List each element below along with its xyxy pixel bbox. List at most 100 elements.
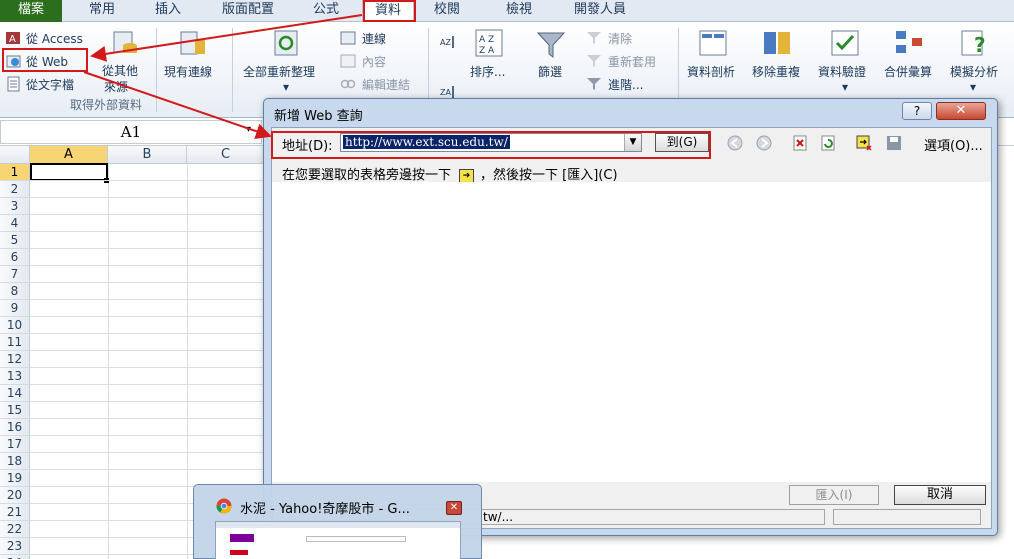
from-other-sources-label-1[interactable]: 從其他 xyxy=(102,62,138,79)
existing-connections-button[interactable]: 現有連線 xyxy=(164,63,212,80)
tab-home[interactable]: 常用 xyxy=(72,0,132,22)
svg-text:A: A xyxy=(9,34,16,45)
row-header-21[interactable]: 21 xyxy=(0,504,30,521)
row-header-23[interactable]: 23 xyxy=(0,538,30,555)
thumbnail-close-button[interactable]: ✕ xyxy=(446,501,462,515)
row-header-16[interactable]: 16 xyxy=(0,419,30,436)
column-header-a[interactable]: A xyxy=(30,146,108,164)
row-header-4[interactable]: 4 xyxy=(0,215,30,232)
svg-text:A Z: A Z xyxy=(479,35,494,45)
row-gridline xyxy=(30,333,265,334)
row-header-6[interactable]: 6 xyxy=(0,249,30,266)
row-header-22[interactable]: 22 xyxy=(0,521,30,538)
column-header-b[interactable]: B xyxy=(108,146,187,164)
tab-review[interactable]: 校閱 xyxy=(422,0,472,22)
forward-icon[interactable] xyxy=(756,135,772,151)
row-gridline xyxy=(30,231,265,232)
connections-icon xyxy=(340,31,356,45)
dialog-content: 地址(D): http://www.ext.scu.edu.tw/ ▼ 到(G)… xyxy=(271,127,992,529)
row-header-3[interactable]: 3 xyxy=(0,198,30,215)
column-header-c[interactable]: C xyxy=(187,146,265,164)
remove-duplicates-icon xyxy=(764,32,790,54)
row-header-8[interactable]: 8 xyxy=(0,283,30,300)
external-data-group-label: 取得外部資料 xyxy=(70,98,143,112)
row-header-18[interactable]: 18 xyxy=(0,453,30,470)
svg-text:?: ? xyxy=(974,33,986,57)
back-icon[interactable] xyxy=(727,135,743,151)
active-cell-a1[interactable] xyxy=(30,163,108,181)
tab-view[interactable]: 檢視 xyxy=(494,0,544,22)
row-gridline xyxy=(30,282,265,283)
refresh-all-icon xyxy=(274,30,298,56)
remove-duplicates-button[interactable]: 移除重複 xyxy=(752,63,800,80)
row-header-9[interactable]: 9 xyxy=(0,300,30,317)
connections-button[interactable]: 連線 xyxy=(362,30,386,47)
refresh-all-button[interactable]: 全部重新整理 xyxy=(243,63,315,80)
row-header-15[interactable]: 15 xyxy=(0,402,30,419)
cancel-button[interactable]: 取消 xyxy=(894,485,986,505)
what-if-analysis-button[interactable]: 模擬分析 xyxy=(950,63,998,80)
row-header-2[interactable]: 2 xyxy=(0,181,30,198)
from-access-button[interactable]: 從 Access xyxy=(26,30,83,47)
save-query-icon[interactable] xyxy=(886,135,902,151)
row-gridline xyxy=(30,197,265,198)
row-gridline xyxy=(30,435,265,436)
other-sources-icon xyxy=(113,31,137,53)
sort-button[interactable]: 排序... xyxy=(470,63,505,80)
row-header-12[interactable]: 12 xyxy=(0,351,30,368)
tab-developer[interactable]: 開發人員 xyxy=(562,0,638,22)
row-header-20[interactable]: 20 xyxy=(0,487,30,504)
row-header-24[interactable]: 24 xyxy=(0,555,30,559)
new-web-query-dialog: 新增 Web 查詢 ? ✕ 地址(D): http://www.ext.scu.… xyxy=(263,98,998,536)
web-page-preview[interactable] xyxy=(272,182,991,482)
select-all-corner[interactable] xyxy=(0,146,30,164)
row-header-14[interactable]: 14 xyxy=(0,385,30,402)
instruction-text: 在您要選取的表格旁邊按一下 ➔ ，然後按一下 [匯入](C) xyxy=(282,164,618,183)
dialog-help-button[interactable]: ? xyxy=(902,102,932,120)
row-header-1[interactable]: 1 xyxy=(0,164,30,181)
svg-text:ZA: ZA xyxy=(440,88,451,97)
filter-button[interactable]: 篩選 xyxy=(538,63,562,80)
row-header-7[interactable]: 7 xyxy=(0,266,30,283)
refresh-icon[interactable] xyxy=(820,135,836,151)
text-to-columns-button[interactable]: 資料剖析 xyxy=(687,63,735,80)
reapply-button[interactable]: 重新套用 xyxy=(608,53,656,70)
annotation-data-tab-highlight xyxy=(363,0,416,22)
name-box-dropdown-arrow[interactable]: ▾ xyxy=(246,124,251,135)
tab-page-layout[interactable]: 版面配置 xyxy=(210,0,286,22)
consolidate-button[interactable]: 合併彙算 xyxy=(884,63,932,80)
row-gridline xyxy=(30,452,265,453)
from-text-button[interactable]: 從文字檔 xyxy=(26,76,74,93)
hide-icons-icon[interactable] xyxy=(856,135,872,151)
tab-file[interactable]: 檔案 xyxy=(0,0,62,22)
taskbar-thumbnail[interactable]: 水泥 - Yahoo!奇摩股市 - G... ✕ xyxy=(193,484,482,559)
edit-links-button[interactable]: 編輯連結 xyxy=(362,76,410,93)
properties-button[interactable]: 內容 xyxy=(362,53,386,70)
sort-az-icon: AZ xyxy=(440,36,454,48)
row-header-11[interactable]: 11 xyxy=(0,334,30,351)
row-header-17[interactable]: 17 xyxy=(0,436,30,453)
edit-links-icon xyxy=(340,79,356,89)
import-button[interactable]: 匯入(I) xyxy=(789,485,879,505)
thumbnail-title: 水泥 - Yahoo!奇摩股市 - G... xyxy=(240,502,410,517)
svg-text:Z A: Z A xyxy=(479,46,495,56)
from-other-sources-label-2[interactable]: 來源 xyxy=(104,78,128,95)
stop-icon[interactable] xyxy=(792,135,808,151)
tab-insert[interactable]: 插入 xyxy=(138,0,198,22)
table-select-arrow-icon: ➔ xyxy=(459,168,475,183)
row-header-19[interactable]: 19 xyxy=(0,470,30,487)
tab-formulas[interactable]: 公式 xyxy=(296,0,356,22)
dialog-close-button[interactable]: ✕ xyxy=(936,102,986,120)
row-header-10[interactable]: 10 xyxy=(0,317,30,334)
data-validation-button[interactable]: 資料驗證 xyxy=(818,63,866,80)
refresh-dropdown-arrow[interactable]: ▾ xyxy=(283,80,289,94)
options-button[interactable]: 選項(O)... xyxy=(924,135,983,154)
row-header-13[interactable]: 13 xyxy=(0,368,30,385)
thumbnail-preview xyxy=(215,521,461,559)
name-box[interactable]: A1 xyxy=(0,120,262,144)
advanced-filter-button[interactable]: 進階... xyxy=(608,76,643,93)
validation-dropdown-arrow[interactable]: ▾ xyxy=(842,80,848,94)
row-header-5[interactable]: 5 xyxy=(0,232,30,249)
clear-filter-button[interactable]: 清除 xyxy=(608,30,632,47)
what-if-dropdown-arrow[interactable]: ▾ xyxy=(970,80,976,94)
